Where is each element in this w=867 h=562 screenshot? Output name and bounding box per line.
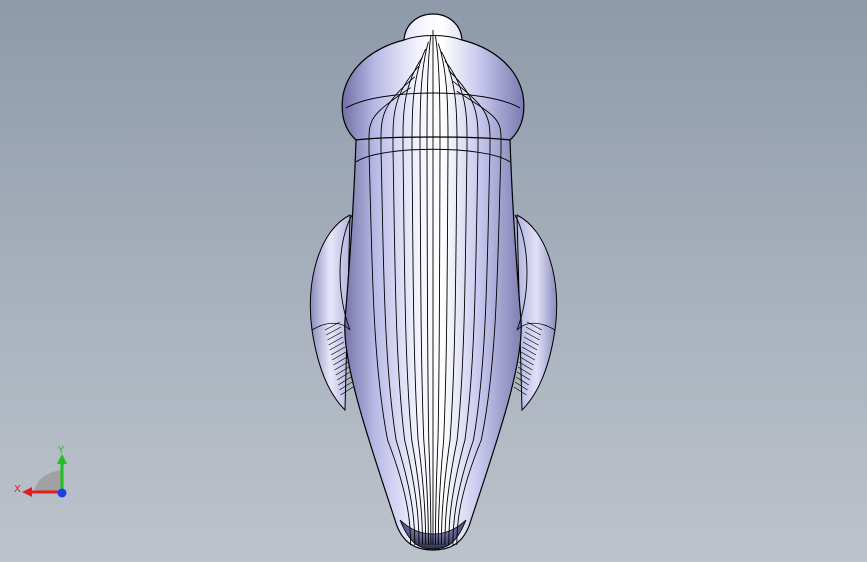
triad-z-axis bbox=[57, 488, 67, 498]
right-side-bulge bbox=[516, 214, 558, 412]
left-side-bulge bbox=[309, 214, 351, 412]
triad-plane bbox=[34, 470, 62, 492]
3d-model-view[interactable] bbox=[0, 0, 867, 562]
triad-y-label: Y bbox=[57, 445, 65, 456]
graphics-viewport[interactable]: Y X bbox=[0, 0, 867, 562]
orientation-triad: Y X bbox=[14, 445, 67, 498]
triad-x-label: X bbox=[14, 484, 21, 495]
